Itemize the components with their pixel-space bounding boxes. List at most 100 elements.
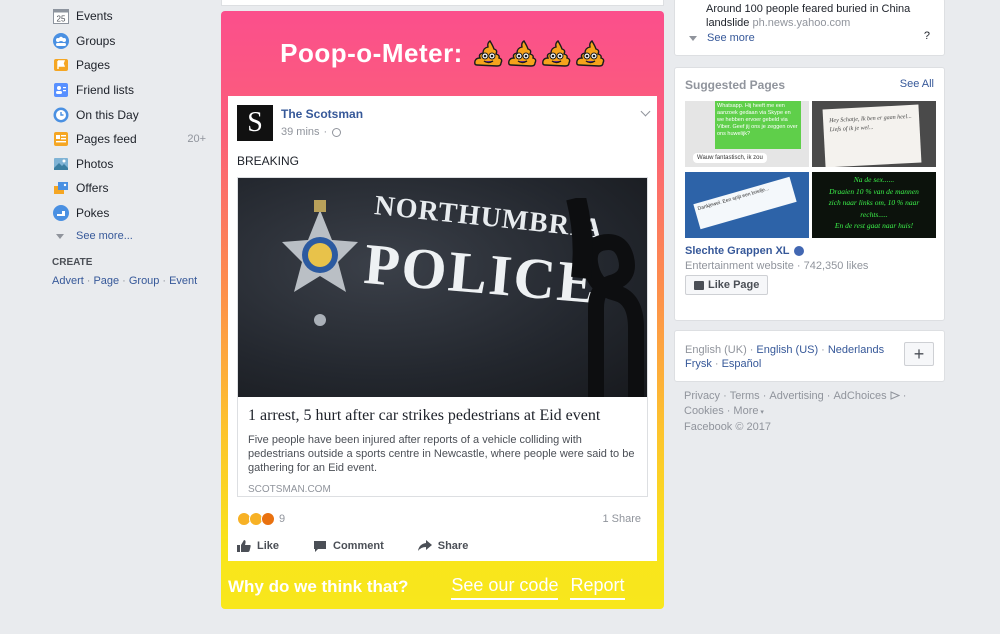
suggested-pages-box: Suggested Pages See All Whatsapp. Hij he… bbox=[674, 67, 945, 321]
create-links: Advert · Page · Group · Event bbox=[52, 275, 198, 288]
post-actions: Like Comment Share bbox=[237, 540, 648, 552]
see-our-code-link[interactable]: See our code bbox=[451, 575, 559, 600]
create-group-link[interactable]: Group bbox=[129, 275, 160, 287]
poop-o-meter-card: Poop-o-Meter: S The Scotsman 39 mins · B… bbox=[221, 11, 664, 609]
link-domain: SCOTSMAN.COM bbox=[248, 484, 331, 495]
language-link[interactable]: Español bbox=[722, 358, 762, 370]
footer-link[interactable]: AdChoices bbox=[833, 390, 886, 402]
create-advert-link[interactable]: Advert bbox=[52, 275, 84, 287]
pages-feed-icon bbox=[52, 130, 70, 148]
left-navigation: 25 Events Groups Pages Friend lists On t… bbox=[52, 4, 212, 287]
footer-more-link[interactable]: More bbox=[733, 405, 758, 417]
like-button[interactable]: Like bbox=[237, 540, 279, 552]
post-header: S The Scotsman 39 mins · bbox=[237, 105, 363, 141]
footer-link[interactable]: Terms bbox=[730, 390, 760, 402]
suggested-page-name[interactable]: Slechte Grappen XL bbox=[685, 245, 804, 257]
report-link[interactable]: Report bbox=[570, 575, 625, 600]
suggested-pages-title: Suggested Pages bbox=[685, 78, 786, 92]
radio-antenna-icon bbox=[566, 198, 644, 397]
help-icon[interactable]: ? bbox=[924, 30, 930, 42]
link-title[interactable]: 1 arrest, 5 hurt after car strikes pedes… bbox=[248, 407, 637, 425]
suggested-thumb-note[interactable]: Hey Schatje, Ik ben er gaan heel... Lief… bbox=[812, 101, 936, 167]
offers-icon bbox=[52, 179, 70, 197]
trending-headline[interactable]: Around 100 people feared buried in China… bbox=[706, 2, 936, 30]
meter-title: Poop-o-Meter: bbox=[221, 38, 664, 69]
nav-item-pokes[interactable]: Pokes bbox=[52, 201, 212, 226]
link-description: Five people have been injured after repo… bbox=[248, 434, 635, 474]
flag-icon bbox=[52, 56, 70, 74]
friend-list-icon bbox=[52, 81, 70, 99]
police-badge-icon bbox=[282, 200, 358, 326]
footer-link[interactable]: Cookies bbox=[684, 405, 724, 417]
trending-see-more[interactable]: See more bbox=[689, 32, 755, 44]
nav-item-pages[interactable]: Pages bbox=[52, 53, 212, 78]
adchoices-icon bbox=[890, 391, 900, 400]
previous-post-edge bbox=[221, 0, 664, 6]
comment-button[interactable]: Comment bbox=[313, 540, 384, 552]
copyright: Facebook © 2017 bbox=[684, 421, 771, 433]
nav-label: Pages feed bbox=[76, 132, 137, 147]
nav-item-offers[interactable]: Offers bbox=[52, 176, 212, 201]
source-logo[interactable]: S bbox=[237, 105, 273, 141]
language-link[interactable]: Nederlands bbox=[828, 344, 884, 356]
add-language-button[interactable]: + bbox=[904, 342, 934, 366]
poop-emoji-icon bbox=[575, 39, 605, 67]
reactions-summary[interactable]: 9 bbox=[237, 512, 285, 526]
svg-text:25: 25 bbox=[57, 15, 66, 24]
post-timestamp: 39 mins · bbox=[281, 126, 363, 138]
post-text: BREAKING bbox=[237, 154, 300, 168]
page-footer-links: Privacy · Terms · Advertising · AdChoices · Co… bbox=[684, 389, 939, 435]
create-heading: CREATE bbox=[52, 257, 93, 269]
like-page-button[interactable]: Like Page bbox=[685, 275, 769, 295]
news-feed-post: S The Scotsman 39 mins · BREAKING NORTHU… bbox=[228, 96, 657, 561]
reaction-count: 9 bbox=[279, 513, 286, 525]
footer-link[interactable]: Advertising bbox=[769, 390, 823, 402]
share-button[interactable]: Share bbox=[417, 540, 468, 552]
footer-link[interactable]: Privacy bbox=[684, 390, 720, 402]
thumbs-up-icon bbox=[237, 540, 251, 552]
caret-down-icon bbox=[56, 233, 64, 239]
create-page-link[interactable]: Page bbox=[93, 275, 119, 287]
suggested-thumb-paper[interactable]: Dankjewel. Een spijt een briefje... bbox=[685, 172, 809, 238]
link-preview[interactable]: NORTHUMBRIA POLICE 1 arrest, 5 hurt afte… bbox=[237, 177, 648, 497]
share-arrow-icon bbox=[417, 540, 432, 551]
angry-reaction-icon bbox=[261, 512, 275, 526]
language-line-1: English (UK) · English (US) · Nederlands bbox=[685, 344, 885, 356]
nav-item-friend-lists[interactable]: Friend lists bbox=[52, 78, 212, 103]
nav-label: Pages bbox=[76, 58, 111, 73]
nav-item-groups[interactable]: Groups bbox=[52, 29, 212, 54]
nav-label: Events bbox=[76, 9, 113, 24]
nav-label: Photos bbox=[76, 156, 114, 171]
suggested-thumb-joke[interactable]: Na de sex...... Draaien 10 % van de mann… bbox=[812, 172, 936, 238]
nav-label: Groups bbox=[76, 33, 116, 48]
nav-count: 20+ bbox=[187, 133, 206, 146]
share-count[interactable]: 1 Share bbox=[602, 513, 641, 525]
globe-icon bbox=[332, 127, 342, 137]
nav-label: Offers bbox=[76, 181, 109, 196]
create-event-link[interactable]: Event bbox=[169, 275, 197, 287]
comment-icon bbox=[314, 541, 327, 552]
nav-label: On this Day bbox=[76, 107, 139, 122]
caret-down-icon bbox=[689, 35, 697, 41]
current-language: English (UK) bbox=[685, 344, 747, 356]
poop-emoji-icon bbox=[473, 39, 503, 67]
thumbs-up-icon bbox=[694, 280, 704, 290]
see-all-link[interactable]: See All bbox=[900, 78, 934, 90]
nav-label: Friend lists bbox=[76, 83, 135, 98]
nav-item-events[interactable]: 25 Events bbox=[52, 4, 212, 29]
source-name-link[interactable]: The Scotsman bbox=[281, 107, 363, 121]
nav-item-on-this-day[interactable]: On this Day bbox=[52, 102, 212, 127]
language-link[interactable]: Frysk bbox=[685, 358, 712, 370]
trending-news-box: Around 100 people feared buried in China… bbox=[674, 0, 945, 56]
language-link[interactable]: English (US) bbox=[756, 344, 818, 356]
why-question: Why do we think that? bbox=[228, 577, 409, 596]
nav-item-pages-feed[interactable]: Pages feed 20+ bbox=[52, 127, 212, 152]
nav-item-photos[interactable]: Photos bbox=[52, 152, 212, 177]
post-options-chevron-icon[interactable] bbox=[640, 106, 651, 117]
language-line-2: Frysk · Español bbox=[685, 358, 762, 370]
language-box: English (UK) · English (US) · Nederlands Fry… bbox=[674, 330, 945, 382]
meter-footer: Why do we think that? See our code Repor… bbox=[221, 569, 664, 605]
see-more-link[interactable]: See more... bbox=[56, 225, 212, 247]
suggested-thumb-chat[interactable]: Whatsapp. Hij heeft me een aanzoek gedaa… bbox=[685, 101, 809, 167]
link-image[interactable]: NORTHUMBRIA POLICE bbox=[238, 178, 647, 397]
